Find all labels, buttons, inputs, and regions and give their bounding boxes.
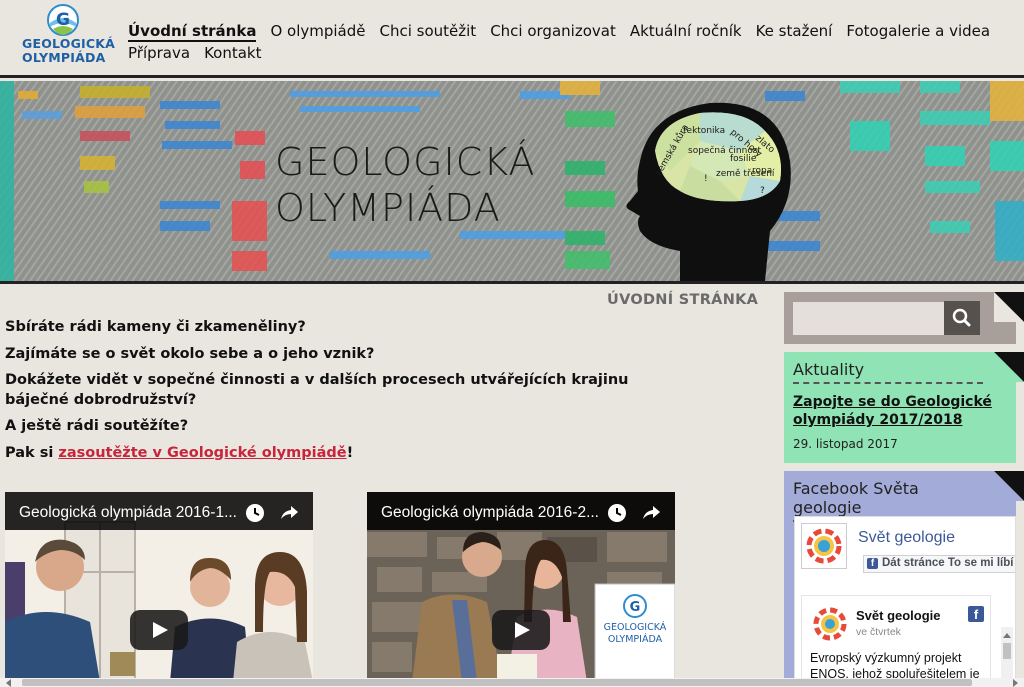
main-nav: Úvodní stránka O olympiádě Chci soutěžit Ch… [128,20,1018,64]
nav-organize[interactable]: Chci organizovat [490,20,616,42]
watch-later-icon[interactable] [607,503,627,523]
facebook-page-avatar[interactable] [801,523,847,569]
site-logo[interactable]: G GEOLOGICKÁ OLYMPIÁDA [22,3,116,67]
nav-contact[interactable]: Kontakt [204,42,261,64]
corner-decoration [994,292,1024,322]
facebook-embed: Svět geologie Dát stránce To se mi líbí … [794,516,1016,687]
corner-decoration [994,471,1024,501]
intro-question-2: Zajímáte se o svět okolo sebe a o jeho v… [5,345,375,362]
page-title: ÚVODNÍ STRÁNKA [607,292,759,308]
post-author[interactable]: Svět geologie [856,608,941,623]
intro-question-3: Dokážete vidět v sopečné činnosti a v da… [5,372,629,408]
intro-text: Sbíráte rádi kameny či zkameněliny? Zají… [5,318,685,470]
news-title: Aktuality [793,360,983,384]
video-embed-2[interactable]: G GEOLOGICKÁ OLYMPIÁDA Geologická olympi… [367,492,675,682]
scroll-left-arrow-icon[interactable] [6,679,11,687]
banner-divider [0,281,1024,284]
video-1-actions [245,503,299,523]
nav-home[interactable]: Úvodní stránka [128,22,257,42]
svet-geologie-logo-icon [806,528,842,564]
banner-title: GEOLOGICKÁ OLYMPIÁDA [275,139,536,231]
scroll-up-arrow-icon[interactable] [1003,633,1011,638]
cta-link[interactable]: zasoutěžte v Geologické olympiádě [58,445,346,461]
facebook-post: Svět geologie ve čtvrtek f Evropský výzk… [801,595,991,686]
brain-label-zemetreseni: země třesení [716,169,775,179]
page-horizontal-scrollbar[interactable] [0,678,1024,687]
post-date[interactable]: ve čtvrtek [856,626,901,638]
intro-question-4: A ještě rádi soutěžíte? [5,418,189,434]
nav-current-year[interactable]: Aktuální ročník [630,20,742,42]
scroll-thumb[interactable] [1003,643,1011,659]
brain-label-exclaim: ! [704,174,708,184]
banner-title-line2: OLYMPIÁDA [275,186,501,230]
intro-question-1: Sbíráte rádi kameny či zkameněliny? [5,319,306,335]
video-2-actions [607,503,661,523]
nav-preparation[interactable]: Příprava [128,42,190,64]
globe-g-icon: G [47,4,79,36]
watch-later-icon[interactable] [245,503,265,523]
news-item-date: 29. listopad 2017 [793,437,898,451]
sign-text-line1: GEOLOGICKÁ [604,621,667,633]
search-icon [952,308,971,327]
svg-text:G: G [56,10,70,30]
sign-text-line2: OLYMPIÁDA [608,633,663,645]
news-widget: Aktuality Zapojte se do Geologické olymp… [784,352,1024,463]
play-button[interactable] [492,610,550,650]
play-button[interactable] [130,610,188,650]
nav-about[interactable]: O olympiádě [270,20,365,42]
site-header: G GEOLOGICKÁ OLYMPIÁDA Úvodní stránka O o… [0,0,1024,78]
intro-cta: Pak si zasoutěžte v Geologické olympiádě… [5,444,685,464]
facebook-like-button[interactable]: Dát stránce To se mi líbí [863,555,1015,573]
scroll-right-arrow-icon[interactable] [1013,679,1018,687]
search-widget [784,292,1024,344]
logo-text-line1: GEOLOGICKÁ [22,36,116,51]
share-icon[interactable] [279,503,299,523]
facebook-icon: f [968,606,984,622]
news-item-link[interactable]: Zapojte se do Geologické olympiády 2017/… [793,393,1007,429]
search-input[interactable] [793,302,945,335]
banner-title-line1: GEOLOGICKÁ [275,140,536,184]
nav-gallery[interactable]: Fotogalerie a videa [846,20,990,42]
nav-compete[interactable]: Chci soutěžit [379,20,476,42]
facebook-page-name[interactable]: Svět geologie [858,529,955,547]
post-author-avatar-icon [813,607,847,641]
nav-downloads[interactable]: Ke stažení [756,20,833,42]
cta-prefix: Pak si [5,444,59,461]
corner-decoration [994,352,1024,382]
hero-banner: tektonika pro hory zlato zemská kůra sop… [0,81,1024,281]
share-icon[interactable] [641,503,661,523]
video-embed-1[interactable]: Geologická olympiáda 2016-1... [5,492,313,682]
svg-text:G: G [630,600,641,615]
facebook-widget: Facebook Světa geologie Svět geologie Dá… [784,471,1024,687]
search-button[interactable] [944,301,980,335]
brain-label-question: ? [760,186,765,196]
cta-suffix: ! [346,444,354,461]
brain-label-fosilie: fosilie [730,154,757,164]
scrollbar-thumb[interactable] [22,679,972,686]
logo-text-line2: OLYMPIÁDA [22,50,106,65]
